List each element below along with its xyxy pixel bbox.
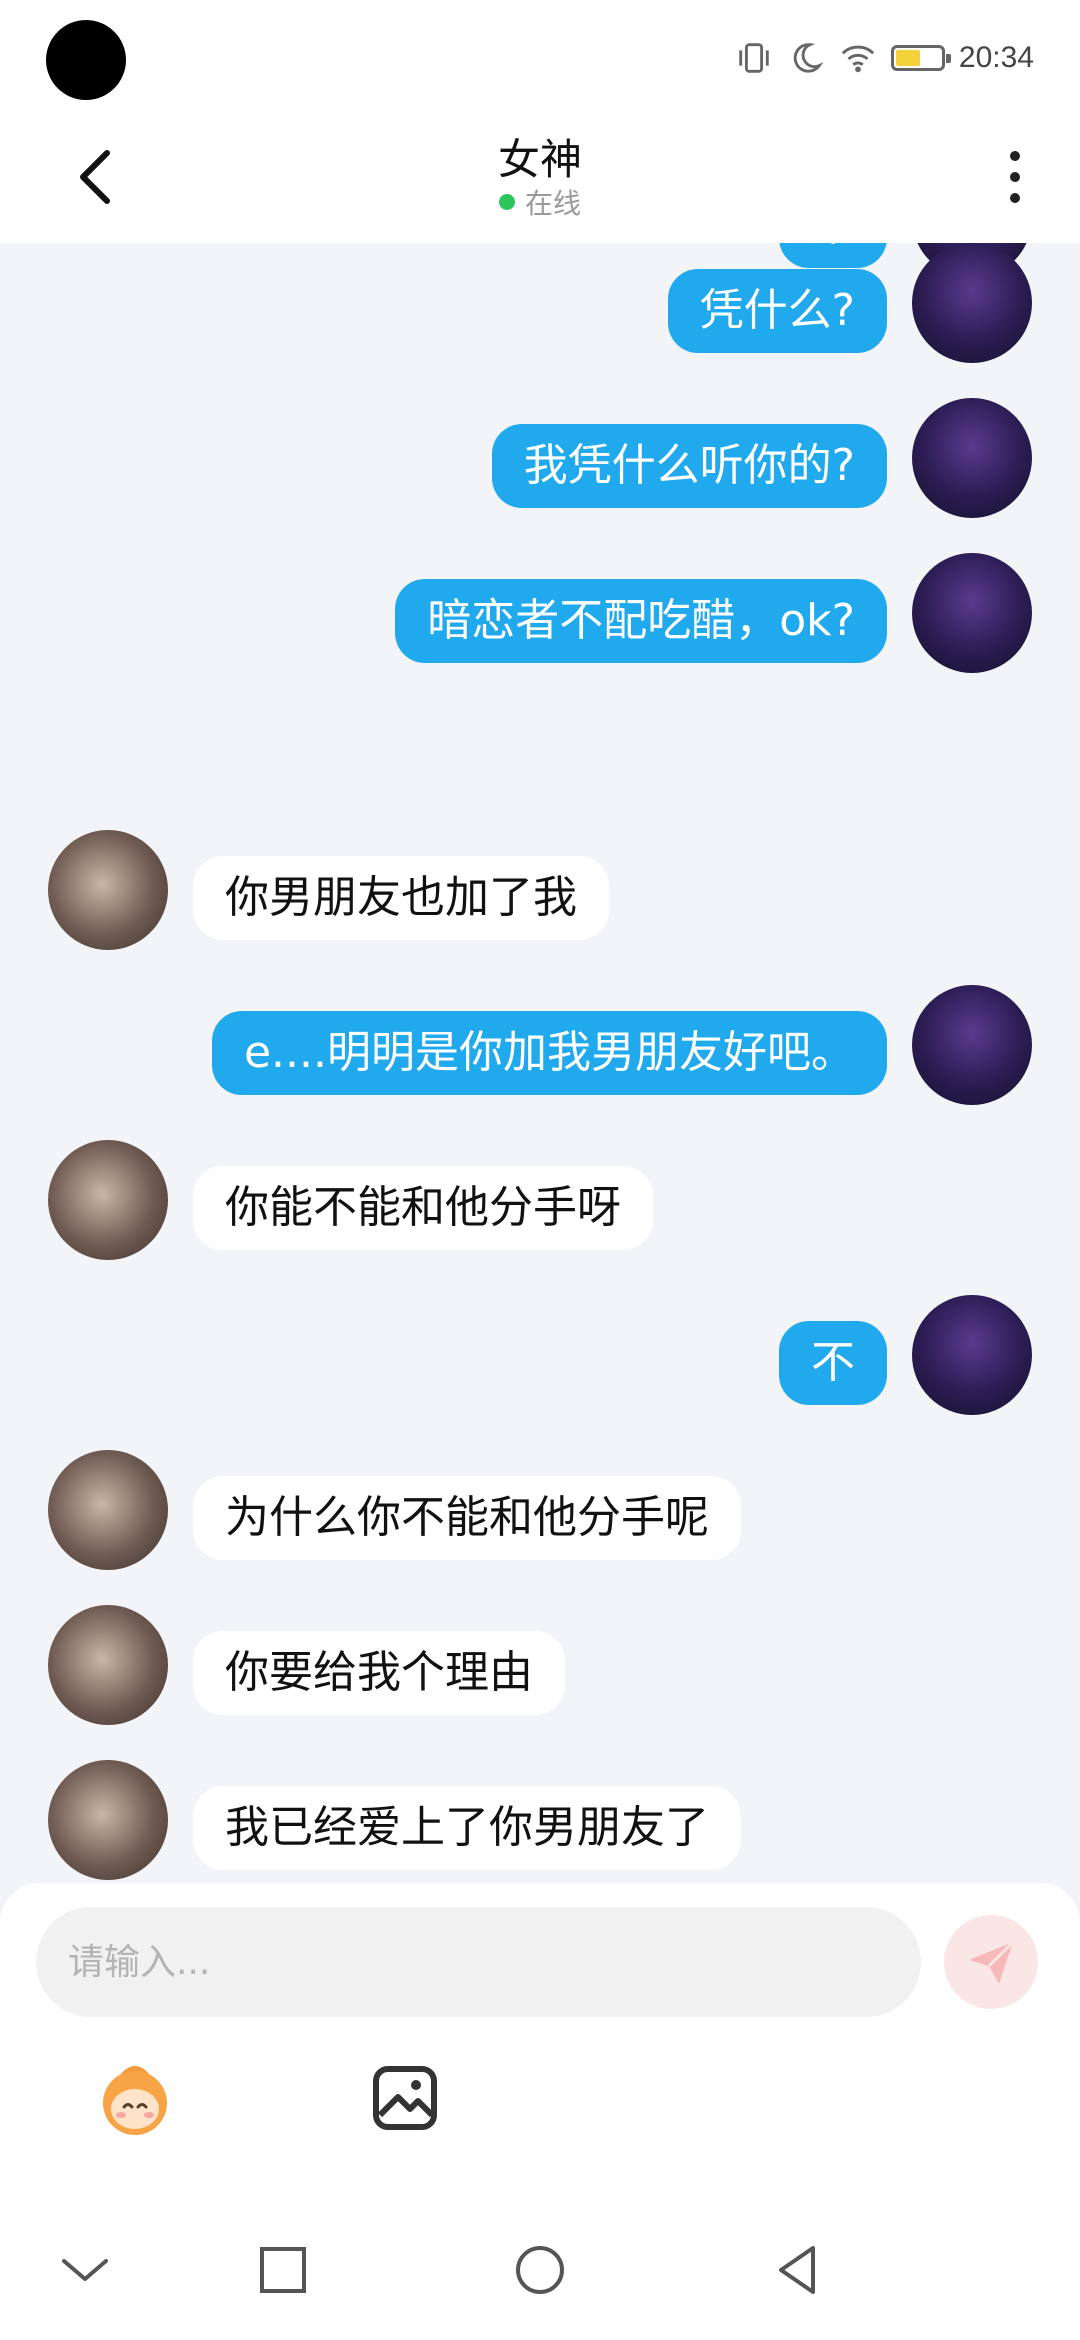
avatar[interactable]	[912, 398, 1032, 518]
message-bubble[interactable]: 我凭什么听你的?	[491, 424, 887, 508]
nav-back-button[interactable]	[762, 2235, 832, 2305]
camera-cutout	[46, 20, 126, 100]
send-icon	[969, 1940, 1015, 1984]
image-button[interactable]	[360, 2053, 450, 2143]
clock: 20:34	[958, 41, 1034, 74]
image-icon	[373, 2066, 437, 2130]
presence-status: 在线	[0, 182, 1080, 222]
more-dot	[1010, 151, 1020, 161]
nav-recents-button[interactable]	[248, 2235, 318, 2305]
battery-icon	[890, 45, 951, 71]
message-row: 凭什么?	[0, 243, 1080, 368]
message-bubble[interactable]: 不	[779, 1321, 887, 1405]
avatar[interactable]	[48, 830, 168, 950]
message-bubble[interactable]: 为什么你不能和他分手呢	[193, 1476, 741, 1560]
message-row: 你能不能和他分手呀	[0, 1140, 1080, 1265]
wifi-icon	[841, 45, 875, 73]
vibrate-icon	[739, 43, 769, 73]
more-dot	[1010, 172, 1020, 182]
composer	[0, 1883, 1080, 2193]
avatar[interactable]	[48, 1140, 168, 1260]
avatar[interactable]	[912, 985, 1032, 1105]
more-options-button[interactable]	[990, 142, 1040, 212]
presence-label: 在线	[524, 187, 581, 220]
message-row: 为什么你不能和他分手呢	[0, 1450, 1080, 1575]
nav-hide-button[interactable]	[50, 2235, 120, 2305]
more-dot	[1010, 193, 1020, 203]
message-bubble[interactable]: 你能不能和他分手呀	[193, 1166, 653, 1250]
avatar[interactable]	[48, 1450, 168, 1570]
message-bubble[interactable]: 暗恋者不配吃醋，ok?	[395, 579, 887, 663]
navigation-bar	[0, 2193, 1080, 2340]
back-icon	[779, 2246, 815, 2294]
emoji-button[interactable]	[90, 2053, 180, 2143]
message-row: 你男朋友也加了我	[0, 830, 1080, 955]
message-row: 暗恋者不配吃醋，ok?	[0, 553, 1080, 678]
message-row: 你要给我个理由	[0, 1605, 1080, 1730]
moon-icon	[793, 43, 824, 73]
contact-name: 女神	[497, 135, 582, 184]
status-icons: 20:34	[735, 36, 1034, 80]
chat-header: 女神 在线	[0, 120, 1080, 243]
status-bar: 20:34	[0, 0, 1080, 120]
avatar[interactable]	[912, 553, 1032, 673]
message-bubble[interactable]: 你男朋友也加了我	[193, 856, 609, 940]
message-list[interactable]: 不 凭什么? 我凭什么听你的? 暗恋者不配吃醋，ok? 你男朋友也加了我 e..…	[0, 243, 1080, 1883]
emoji-icon	[103, 2066, 167, 2135]
nav-home-button[interactable]	[505, 2235, 575, 2305]
message-bubble[interactable]: 你要给我个理由	[193, 1631, 565, 1715]
avatar[interactable]	[912, 1295, 1032, 1415]
message-row: 不	[0, 1295, 1080, 1420]
avatar[interactable]	[48, 1760, 168, 1880]
message-row: 我已经爱上了你男朋友了	[0, 1760, 1080, 1883]
message-row: 我凭什么听你的?	[0, 398, 1080, 523]
message-row: e....明明是你加我男朋友好吧。	[0, 985, 1080, 1110]
chevron-down-icon	[62, 2259, 108, 2281]
recents-icon	[260, 2247, 306, 2293]
send-button[interactable]	[944, 1915, 1038, 2009]
online-dot	[498, 194, 515, 210]
message-bubble[interactable]: e....明明是你加我男朋友好吧。	[211, 1011, 887, 1095]
avatar[interactable]	[912, 243, 1032, 363]
message-bubble[interactable]: 我已经爱上了你男朋友了	[193, 1786, 741, 1870]
home-icon	[516, 2246, 564, 2294]
avatar[interactable]	[48, 1605, 168, 1725]
message-bubble[interactable]: 凭什么?	[667, 269, 887, 353]
message-input[interactable]	[36, 1907, 921, 2017]
